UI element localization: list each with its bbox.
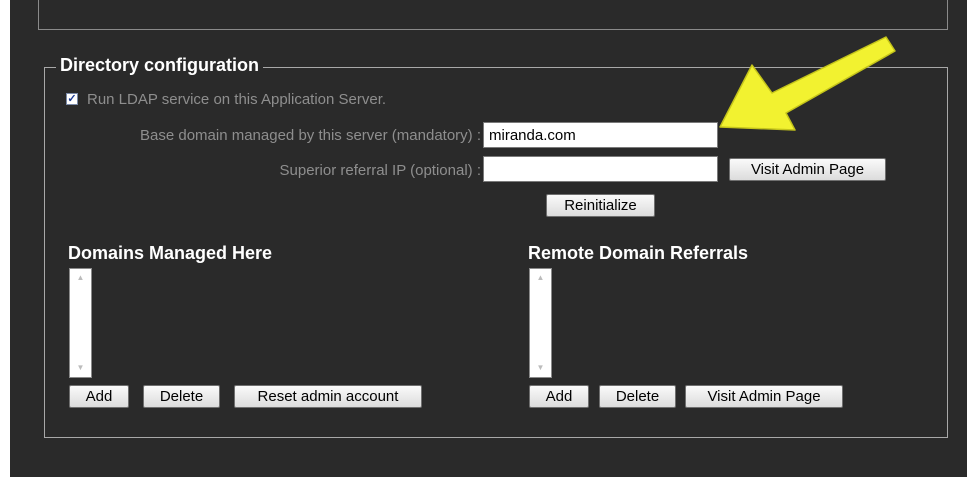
superior-referral-ip-input[interactable] (483, 156, 718, 182)
run-ldap-row: ✓ Run LDAP service on this Application S… (66, 89, 386, 109)
previous-section-frame (38, 0, 948, 30)
domains-managed-title: Domains Managed Here (68, 243, 273, 263)
domains-delete-button[interactable]: Delete (143, 385, 220, 408)
reinitialize-button[interactable]: Reinitialize (546, 194, 655, 217)
scroll-up-arrow-icon[interactable]: ▲ (70, 271, 91, 285)
yellow-arrow-icon (719, 36, 896, 131)
scroll-up-arrow-icon[interactable]: ▲ (530, 271, 551, 285)
reset-admin-account-button[interactable]: Reset admin account (234, 385, 422, 408)
visit-admin-page-button[interactable]: Visit Admin Page (729, 158, 886, 181)
scroll-down-arrow-icon[interactable]: ▼ (530, 361, 551, 375)
domains-add-button[interactable]: Add (69, 385, 129, 408)
base-domain-label: Base domain managed by this server (mand… (140, 127, 481, 144)
checkmark-icon: ✓ (67, 93, 77, 105)
remote-domain-referrals-listbox[interactable]: ▲ ▼ (529, 268, 552, 378)
scroll-down-arrow-icon[interactable]: ▼ (70, 361, 91, 375)
domains-managed-listbox[interactable]: ▲ ▼ (69, 268, 92, 378)
directory-configuration-legend: Directory configuration (56, 55, 264, 76)
remote-delete-button[interactable]: Delete (599, 385, 676, 408)
remote-visit-admin-page-button[interactable]: Visit Admin Page (685, 385, 843, 408)
run-ldap-checkbox[interactable]: ✓ (66, 93, 78, 105)
superior-referral-ip-label: Superior referral IP (optional) : (279, 162, 481, 179)
run-ldap-label: Run LDAP service on this Application Ser… (87, 90, 387, 108)
remote-domain-referrals-title: Remote Domain Referrals (528, 243, 749, 263)
base-domain-input[interactable] (483, 122, 718, 148)
remote-add-button[interactable]: Add (529, 385, 589, 408)
